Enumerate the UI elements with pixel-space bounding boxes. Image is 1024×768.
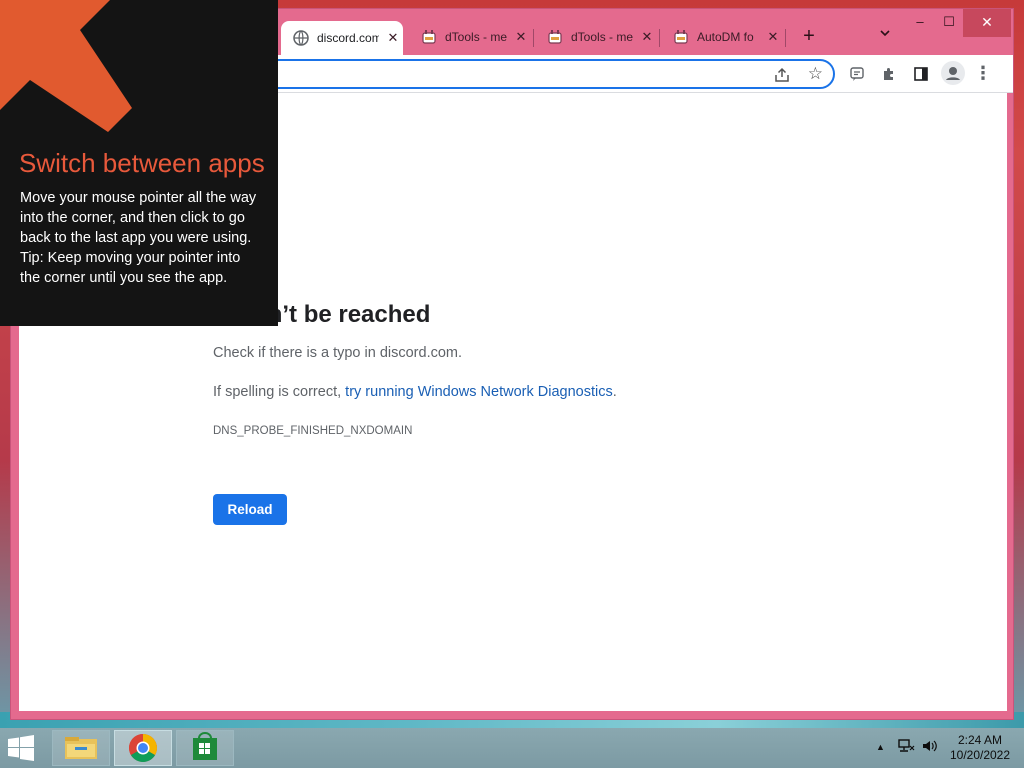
tab-separator: [533, 29, 534, 47]
tab-autodm[interactable]: AutoDM fo ✕: [661, 21, 783, 53]
error-code: DNS_PROBE_FINISHED_NXDOMAIN: [213, 425, 413, 437]
windows-logo-icon: [8, 735, 34, 761]
extensions-puzzle-icon[interactable]: [879, 64, 899, 84]
profile-avatar-icon[interactable]: [941, 61, 965, 85]
tab-close-icon[interactable]: ✕: [513, 29, 529, 45]
new-tab-button[interactable]: +: [797, 25, 821, 49]
taskbar-file-explorer[interactable]: [52, 730, 110, 766]
tab-search-button[interactable]: [875, 27, 895, 47]
network-icon[interactable]: [897, 738, 915, 757]
show-hidden-icons-chevron-icon[interactable]: ▲: [876, 742, 885, 752]
spelling-prefix: If spelling is correct,: [213, 384, 346, 400]
store-icon: [193, 732, 217, 760]
tab-discord[interactable]: discord.com ✕: [281, 21, 403, 55]
tab-label: discord.com: [317, 31, 379, 45]
switch-apps-tip-overlay: Switch between apps Move your mouse poin…: [0, 0, 278, 326]
system-clock[interactable]: 2:24 AM 10/20/2022: [944, 733, 1016, 763]
file-explorer-icon: [65, 737, 97, 759]
windows-start-button[interactable]: [6, 735, 40, 763]
dtools-favicon: [673, 29, 689, 45]
tab-label: AutoDM fo: [697, 30, 754, 44]
corner-arrow-icon: [0, 0, 132, 132]
dtools-favicon: [421, 29, 437, 45]
tab-close-icon[interactable]: ✕: [639, 29, 655, 45]
overlay-instruction: Move your mouse pointer all the way into…: [20, 190, 257, 246]
minimize-button[interactable]: –: [907, 9, 933, 37]
taskbar: ▲ 2:24 AM 10/20/2022: [0, 728, 1024, 768]
volume-icon[interactable]: [921, 738, 939, 757]
reload-button[interactable]: Reload: [213, 494, 287, 525]
side-panel-icon[interactable]: [911, 64, 931, 84]
taskbar-chrome[interactable]: [114, 730, 172, 766]
typo-hint: Check if there is a typo in discord.com.: [213, 345, 463, 361]
close-window-button[interactable]: ✕: [963, 9, 1011, 37]
tab-dtools-2[interactable]: dTools - me ✕: [535, 21, 657, 53]
chrome-icon: [129, 734, 157, 762]
spelling-hint: If spelling is correct, try running Wind…: [213, 384, 617, 400]
tab-label: dTools - me: [571, 30, 633, 44]
reading-list-icon[interactable]: [847, 64, 867, 84]
clock-time: 2:24 AM: [957, 733, 1003, 747]
menu-kebab-icon[interactable]: ⋮: [973, 63, 993, 85]
tab-close-icon[interactable]: ✕: [385, 30, 401, 46]
globe-icon: [293, 30, 309, 46]
address-bar[interactable]: ☆: [221, 59, 835, 89]
overlay-title: Switch between apps: [19, 148, 265, 178]
chevron-down-icon: [880, 30, 890, 37]
bookmark-star-icon[interactable]: ☆: [808, 64, 823, 84]
tab-label: dTools - me: [445, 30, 507, 44]
taskbar-store[interactable]: [176, 730, 234, 766]
tab-dtools-1[interactable]: dTools - me ✕: [409, 21, 531, 53]
share-icon[interactable]: [773, 66, 791, 84]
overlay-tip: Tip: Keep moving your pointer into the c…: [20, 250, 241, 286]
network-diagnostics-link[interactable]: try running Windows Network Diagnostics: [345, 384, 613, 400]
spelling-suffix: .: [612, 384, 617, 400]
dtools-favicon: [547, 29, 563, 45]
tab-separator: [659, 29, 660, 47]
clock-date: 10/20/2022: [949, 748, 1011, 762]
tab-separator: [785, 29, 786, 47]
tab-close-icon[interactable]: ✕: [765, 29, 781, 45]
overlay-body: Move your mouse pointer all the way into…: [20, 188, 260, 288]
maximize-button[interactable]: ☐: [935, 9, 963, 37]
